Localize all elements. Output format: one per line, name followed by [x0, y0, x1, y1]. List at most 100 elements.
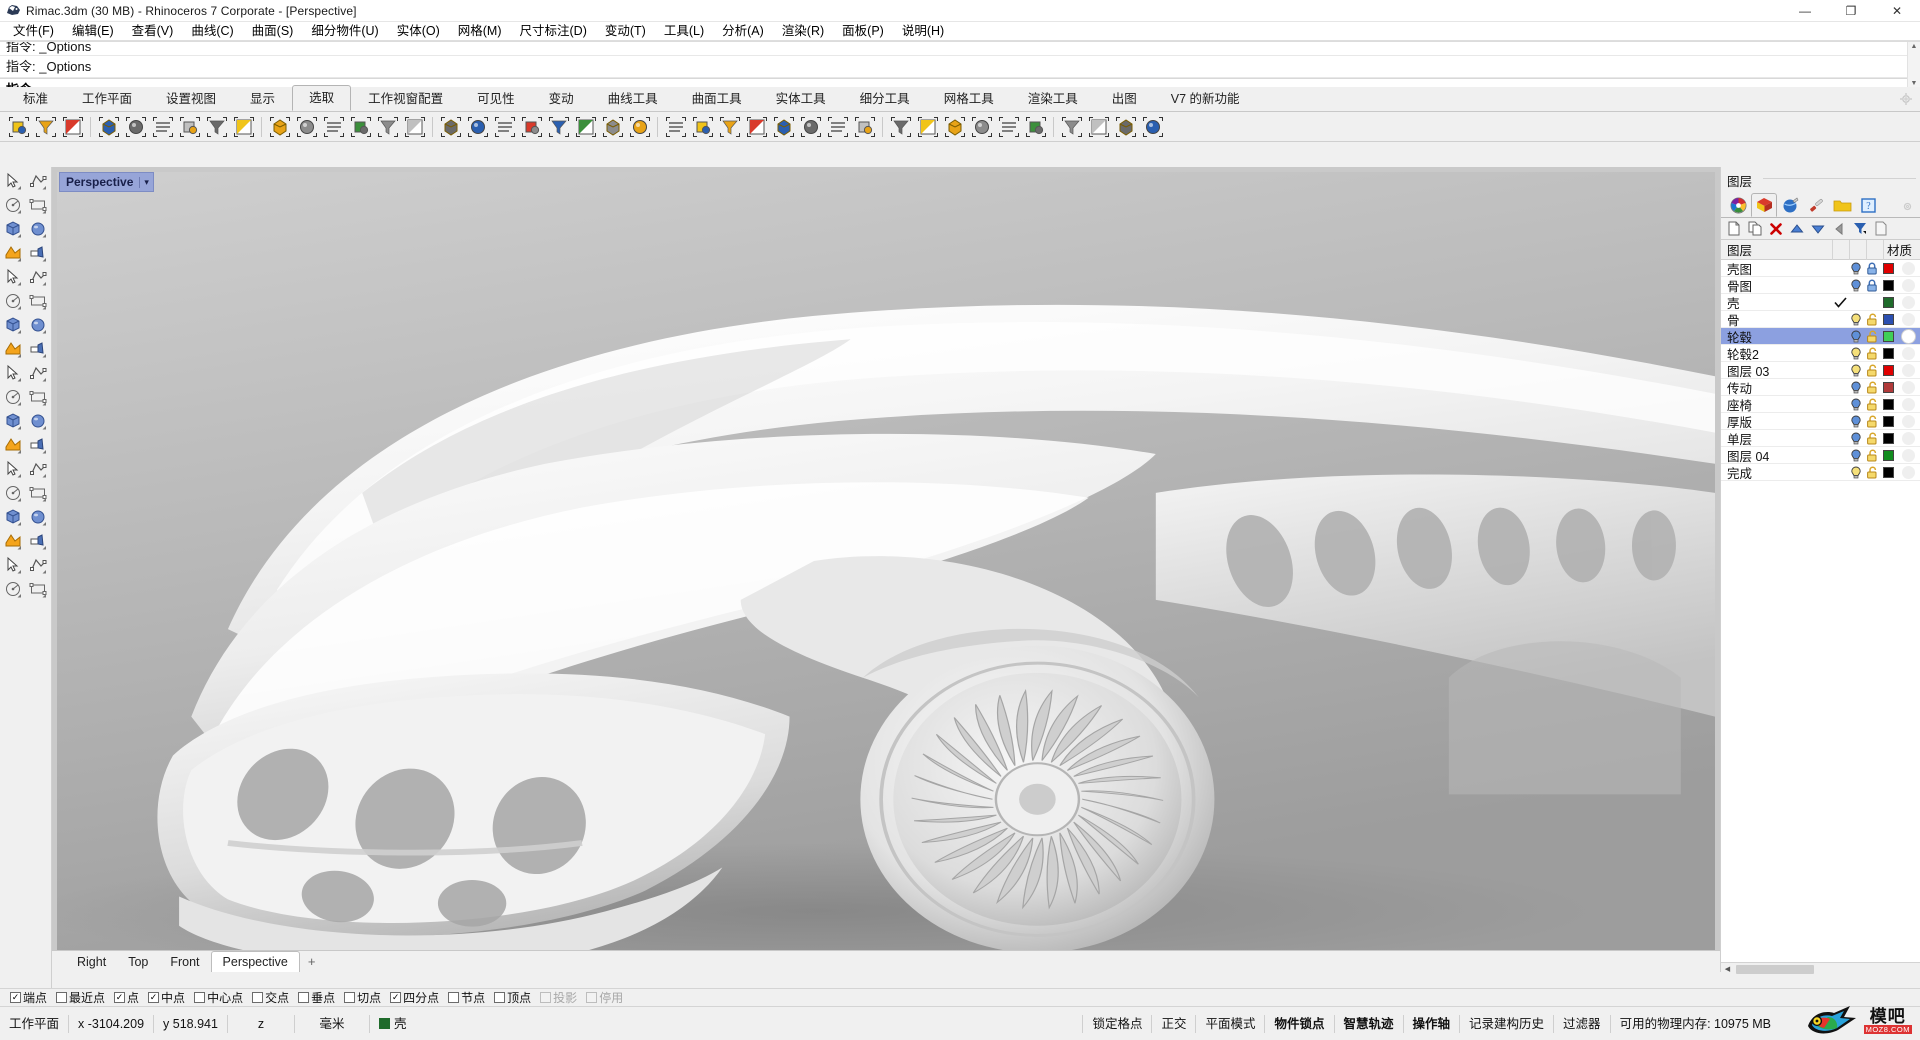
layer-row[interactable]: 传动 [1721, 379, 1920, 396]
minimize-button[interactable]: — [1782, 0, 1828, 22]
toolbar-tab-工作视窗配置[interactable]: 工作视窗配置 [351, 86, 460, 111]
status-toggle-平面模式[interactable]: 平面模式 [1196, 1014, 1264, 1034]
osnap-切点[interactable]: 切点 [342, 989, 386, 1006]
rectangle-icon[interactable] [25, 241, 50, 265]
help-tab[interactable]: ? [1855, 193, 1881, 217]
explorer-tab[interactable] [1829, 193, 1855, 217]
select-block-icon[interactable] [465, 114, 490, 139]
layer-color-swatch[interactable] [1880, 296, 1896, 308]
menu-curve[interactable]: 曲线(C) [182, 22, 242, 41]
select-visible-icon[interactable] [996, 114, 1021, 139]
circle-center-icon[interactable] [0, 217, 25, 241]
new-page-icon[interactable] [1724, 219, 1744, 238]
status-toggle-智慧轨迹[interactable]: 智慧轨迹 [1335, 1014, 1403, 1034]
grid-snap-icon[interactable] [0, 529, 25, 553]
layers-list[interactable]: 壳图 骨图 壳 骨 轮毂 轮毂2 图层 03 传动 座椅 厚版 单层 图层 04… [1721, 260, 1920, 975]
select-subd-icon[interactable] [627, 114, 652, 139]
layer-color-swatch[interactable] [1880, 313, 1896, 325]
layer-visibility-toggle[interactable] [1848, 364, 1864, 377]
layer-row[interactable]: 轮毂2 [1721, 345, 1920, 362]
select-nested-icon[interactable] [1113, 114, 1138, 139]
layer-color-swatch[interactable] [1880, 398, 1896, 410]
layer-color-swatch[interactable] [1880, 364, 1896, 376]
scrollbar-thumb[interactable] [1736, 964, 1814, 974]
chevron-down-icon[interactable]: ▾ [139, 176, 149, 188]
osnap-点[interactable]: ✓ 点 [112, 989, 144, 1006]
select-surface-icon[interactable] [321, 114, 346, 139]
layer-visibility-toggle[interactable] [1848, 415, 1864, 428]
select-objects-icon[interactable] [6, 114, 31, 139]
layer-material-swatch[interactable] [1896, 346, 1920, 360]
layer-color-swatch[interactable] [1880, 381, 1896, 393]
page-icon[interactable] [1871, 219, 1891, 238]
control-point-curve-icon[interactable] [25, 193, 50, 217]
boolean-union-icon[interactable] [0, 361, 25, 385]
layer-color-swatch[interactable] [1880, 415, 1896, 427]
join-icon[interactable] [25, 409, 50, 433]
menu-analyze[interactable]: 分析(A) [713, 22, 773, 41]
hexagon-icon[interactable] [0, 265, 25, 289]
status-toggle-锁定格点[interactable]: 锁定格点 [1083, 1014, 1151, 1034]
menu-help[interactable]: 说明(H) [893, 22, 953, 41]
layers-icon[interactable] [0, 505, 25, 529]
osnap-checkbox[interactable] [448, 992, 460, 1003]
toolbar-tab-标准[interactable]: 标准 [6, 86, 65, 111]
toolbar-tab-出图[interactable]: 出图 [1095, 86, 1154, 111]
select-clipping-icon[interactable] [1023, 114, 1048, 139]
layer-color-swatch[interactable] [1880, 466, 1896, 478]
arc-icon[interactable] [25, 265, 50, 289]
osnap-最近点[interactable]: 最近点 [54, 989, 110, 1006]
point-icon[interactable] [25, 169, 50, 193]
triangle-up-icon[interactable] [1787, 219, 1807, 238]
select-hatch-icon[interactable] [546, 114, 571, 139]
select-by-layer-icon[interactable] [267, 114, 292, 139]
layer-visibility-toggle[interactable] [1848, 466, 1864, 479]
layer-lock-toggle[interactable] [1864, 432, 1880, 445]
note-icon[interactable] [25, 577, 50, 601]
scroll-left-arrow[interactable]: ◀ [1721, 965, 1734, 973]
layer-color-swatch[interactable] [1880, 449, 1896, 461]
maximize-button[interactable]: ❐ [1828, 0, 1874, 22]
menu-render[interactable]: 渲染(R) [773, 22, 833, 41]
menu-view[interactable]: 查看(V) [123, 22, 183, 41]
toolbar-tab-选取[interactable]: 选取 [292, 85, 352, 111]
cylinder-icon[interactable] [0, 337, 25, 361]
select-small-icon[interactable] [942, 114, 967, 139]
layer-material-swatch[interactable] [1896, 328, 1920, 344]
select-annotation-icon[interactable] [519, 114, 544, 139]
layer-lock-toggle[interactable] [1864, 330, 1880, 343]
layer-visibility-toggle[interactable] [1848, 347, 1864, 360]
select-crossing-icon[interactable] [1140, 114, 1165, 139]
cplane-label[interactable]: 工作平面 [0, 1014, 68, 1034]
osnap-中点[interactable]: ✓ 中点 [146, 989, 190, 1006]
layers-horizontal-scrollbar[interactable]: ◀ [1721, 962, 1920, 975]
funnel-icon[interactable] [1850, 219, 1870, 238]
toolbar-tab-设置视图[interactable]: 设置视图 [149, 86, 233, 111]
layer-material-swatch[interactable] [1896, 397, 1920, 411]
checkmark-icon[interactable] [25, 553, 50, 577]
select-dupes-icon[interactable] [915, 114, 940, 139]
triangle-left-icon[interactable] [1829, 219, 1849, 238]
layer-row[interactable]: 图层 03 [1721, 362, 1920, 379]
layer-visibility-toggle[interactable] [1848, 398, 1864, 411]
select-points-icon[interactable] [348, 114, 373, 139]
menu-file[interactable]: 文件(F) [4, 22, 63, 41]
layer-color-swatch[interactable] [1880, 432, 1896, 444]
layer-lock-toggle[interactable] [1864, 313, 1880, 326]
layer-color-swatch[interactable] [1880, 262, 1896, 274]
layer-lock-toggle[interactable] [1864, 449, 1880, 462]
select-polysurface-icon[interactable] [150, 114, 175, 139]
panel-gear-icon[interactable] [1901, 200, 1914, 213]
layer-lock-toggle[interactable] [1864, 415, 1880, 428]
toolbar-tab-实体工具[interactable]: 实体工具 [759, 86, 843, 111]
osnap-checkbox[interactable] [494, 992, 506, 1003]
layer-visibility-toggle[interactable] [1848, 449, 1864, 462]
layer-visibility-toggle[interactable] [1848, 381, 1864, 394]
surface-from-points-icon[interactable] [0, 289, 25, 313]
toolbar-tab-变动[interactable]: 变动 [532, 86, 591, 111]
menu-dimension[interactable]: 尺寸标注(D) [511, 22, 596, 41]
layer-row[interactable]: 壳 [1721, 294, 1920, 311]
layer-material-swatch[interactable] [1896, 465, 1920, 479]
layer-material-swatch[interactable] [1896, 380, 1920, 394]
layer-visibility-toggle[interactable] [1848, 330, 1864, 343]
